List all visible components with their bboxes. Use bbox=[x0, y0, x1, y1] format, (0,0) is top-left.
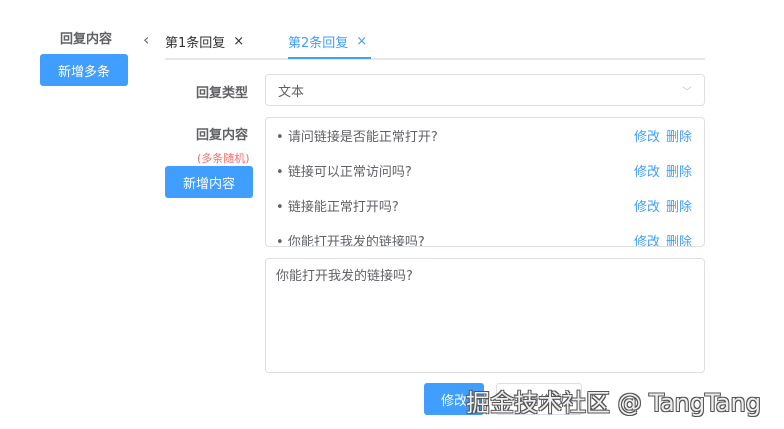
edit-link[interactable]: 修改 bbox=[634, 126, 660, 145]
content-list[interactable]: • 请问链接是否能正常打开? 修改 删除 • 链接可以正常访问吗? 修改 删除 • 链接… bbox=[265, 117, 705, 247]
edit-link[interactable]: 修改 bbox=[634, 161, 660, 180]
tab-label: 第1条回复 bbox=[165, 36, 226, 51]
item-text: 链接可以正常访问吗? bbox=[287, 165, 412, 180]
edit-link[interactable]: 修改 bbox=[634, 196, 660, 215]
item-text: 你能打开我发的链接吗? bbox=[287, 235, 425, 247]
delete-link[interactable]: 删除 bbox=[666, 161, 692, 180]
reply-content-label: 回复内容 bbox=[60, 32, 113, 47]
reply-type-select[interactable]: 文本 ﹀ bbox=[265, 74, 705, 106]
reply-type-value: 文本 bbox=[278, 84, 305, 100]
watermark: 掘金技术社区 @ TangTang bbox=[466, 389, 761, 417]
list-item: • 链接能正常打开吗? 修改 删除 bbox=[266, 188, 704, 223]
random-note: (多条随机) bbox=[197, 152, 250, 165]
tab-label: 第2条回复 bbox=[288, 36, 349, 51]
reply-content-label: 回复内容 bbox=[196, 128, 249, 143]
delete-link[interactable]: 删除 bbox=[666, 231, 692, 246]
delete-link[interactable]: 删除 bbox=[666, 126, 692, 145]
add-content-button[interactable]: 新增内容 bbox=[165, 166, 253, 198]
delete-link[interactable]: 删除 bbox=[666, 196, 692, 215]
textarea-value: 你能打开我发的链接吗? bbox=[276, 269, 413, 284]
list-item: • 链接可以正常访问吗? 修改 删除 bbox=[266, 153, 704, 188]
list-item: • 你能打开我发的链接吗? 修改 删除 bbox=[266, 223, 704, 247]
reply-type-label: 回复类型 bbox=[196, 86, 249, 101]
list-item: • 请问链接是否能正常打开? 修改 删除 bbox=[266, 118, 704, 153]
tab-reply-1[interactable]: 第1条回复 × bbox=[165, 32, 244, 51]
tab-divider bbox=[165, 58, 705, 60]
content-textarea[interactable]: 你能打开我发的链接吗? bbox=[265, 258, 705, 373]
item-text: 链接能正常打开吗? bbox=[287, 200, 399, 215]
edit-link[interactable]: 修改 bbox=[634, 231, 660, 246]
active-tab-indicator bbox=[288, 57, 371, 59]
close-icon[interactable]: × bbox=[233, 34, 244, 49]
item-text: 请问链接是否能正常打开? bbox=[287, 130, 438, 145]
tab-reply-2[interactable]: 第2条回复 × bbox=[288, 32, 367, 51]
add-multiple-button[interactable]: 新增多条 bbox=[40, 54, 128, 86]
close-icon[interactable]: × bbox=[356, 34, 367, 49]
chevron-left-icon[interactable]: ‹ bbox=[143, 30, 149, 49]
chevron-down-icon: ﹀ bbox=[682, 86, 692, 98]
